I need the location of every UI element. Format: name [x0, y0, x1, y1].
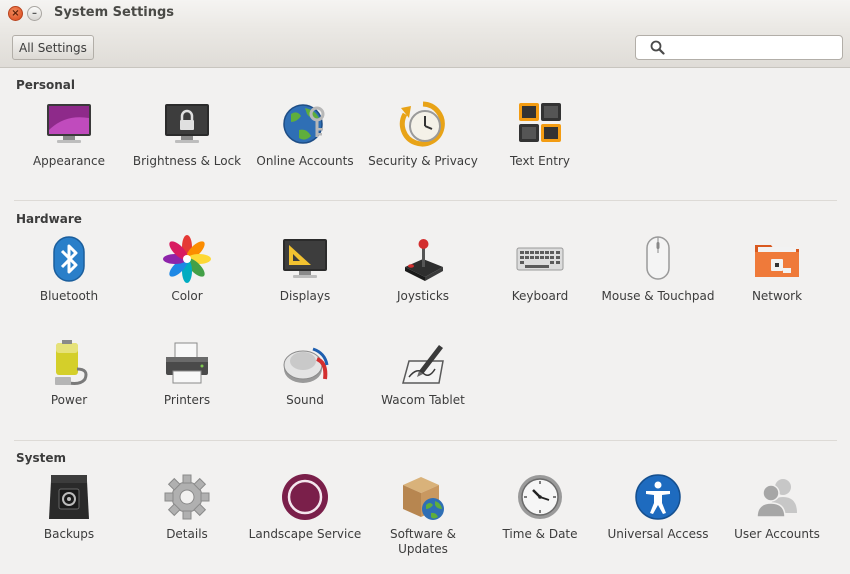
settings-item-label: Wacom Tablet [381, 393, 465, 407]
settings-item-label: Online Accounts [256, 154, 354, 168]
all-settings-button[interactable]: All Settings [12, 35, 94, 60]
settings-item-security-privacy[interactable]: Security & Privacy [364, 100, 482, 169]
settings-item-wacom-tablet[interactable]: Wacom Tablet [364, 339, 482, 408]
settings-item-label: Software & Updates [389, 527, 457, 556]
wacom-tablet-icon [402, 345, 444, 384]
toolbar: All Settings [0, 27, 850, 68]
settings-item-software-updates[interactable]: Software & Updates [364, 473, 482, 557]
network-icon [755, 245, 799, 277]
settings-item-bluetooth[interactable]: Bluetooth [10, 235, 128, 304]
search-input[interactable] [672, 38, 837, 57]
section-title-system: System [16, 451, 66, 465]
settings-item-power[interactable]: Power [10, 339, 128, 408]
software-updates-icon [403, 477, 444, 520]
settings-item-label: Text Entry [509, 154, 570, 168]
settings-item-label: Universal Access [607, 527, 709, 541]
settings-item-label: Printers [163, 393, 211, 407]
settings-item-label: Mouse & Touchpad [601, 289, 715, 303]
settings-item-label: Bluetooth [39, 289, 99, 303]
user-accounts-icon [756, 479, 797, 518]
settings-item-label: Appearance [32, 154, 106, 168]
settings-item-text-entry[interactable]: Text Entry [481, 100, 599, 169]
settings-item-mouse-touchpad[interactable]: Mouse & Touchpad [599, 235, 717, 304]
keyboard-icon [516, 247, 564, 271]
brightness-lock-icon [165, 104, 209, 143]
printer-icon [166, 342, 208, 384]
section-separator [14, 440, 837, 441]
universal-access-icon [635, 474, 681, 520]
security-privacy-icon [399, 101, 445, 147]
window-title: System Settings [54, 5, 175, 20]
settings-item-label: Keyboard [511, 289, 569, 303]
displays-icon [283, 239, 327, 278]
landscape-icon [282, 474, 328, 520]
details-icon [164, 474, 210, 520]
title-bar: × – System Settings [0, 0, 850, 27]
settings-item-backups[interactable]: Backups [10, 473, 128, 542]
search-icon [650, 40, 665, 55]
settings-item-landscape-service[interactable]: Landscape Service [246, 473, 364, 542]
section-title-hardware: Hardware [16, 212, 82, 226]
settings-item-label: Color [171, 289, 203, 303]
mouse-icon [646, 236, 670, 280]
color-icon [163, 235, 211, 283]
settings-item-label: Brightness & Lock [132, 154, 242, 168]
settings-item-universal-access[interactable]: Universal Access [599, 473, 717, 542]
settings-item-label: Network [751, 289, 803, 303]
settings-item-sound[interactable]: Sound [246, 339, 364, 408]
settings-item-time-date[interactable]: Time & Date [481, 473, 599, 542]
joystick-icon [405, 239, 443, 281]
settings-item-label: Landscape Service [248, 527, 362, 541]
settings-item-displays[interactable]: Displays [246, 235, 364, 304]
sound-icon [283, 347, 329, 383]
settings-item-label: Sound [286, 393, 324, 407]
settings-item-brightness-lock[interactable]: Brightness & Lock [128, 100, 246, 169]
bluetooth-icon [53, 236, 85, 282]
settings-item-keyboard[interactable]: Keyboard [481, 235, 599, 304]
settings-item-label: User Accounts [734, 527, 820, 541]
settings-item-label: Displays [279, 289, 331, 303]
settings-panel: Personal Appearance Brightness & Lock On… [0, 68, 850, 574]
settings-item-printers[interactable]: Printers [128, 339, 246, 408]
clock-icon [518, 475, 562, 519]
appearance-icon [47, 104, 91, 143]
settings-item-label: Power [50, 393, 88, 407]
settings-item-label: Backups [43, 527, 95, 541]
settings-item-label: Time & Date [502, 527, 578, 541]
settings-item-appearance[interactable]: Appearance [10, 100, 128, 169]
close-button[interactable]: × [8, 6, 23, 21]
search-box[interactable] [635, 35, 843, 60]
power-icon [55, 340, 88, 385]
settings-item-label: Security & Privacy [368, 154, 478, 168]
online-accounts-icon [283, 104, 325, 144]
settings-item-user-accounts[interactable]: User Accounts [718, 473, 836, 542]
text-entry-icon [519, 103, 561, 142]
settings-item-details[interactable]: Details [128, 473, 246, 542]
backups-icon [49, 475, 89, 519]
minimize-button[interactable]: – [27, 6, 42, 21]
section-title-personal: Personal [16, 78, 75, 92]
settings-item-label: Joysticks [396, 289, 450, 303]
settings-item-color[interactable]: Color [128, 235, 246, 304]
section-separator [14, 200, 837, 201]
settings-item-network[interactable]: Network [718, 235, 836, 304]
settings-item-label: Details [166, 527, 208, 541]
settings-item-online-accounts[interactable]: Online Accounts [246, 100, 364, 169]
settings-item-joysticks[interactable]: Joysticks [364, 235, 482, 304]
